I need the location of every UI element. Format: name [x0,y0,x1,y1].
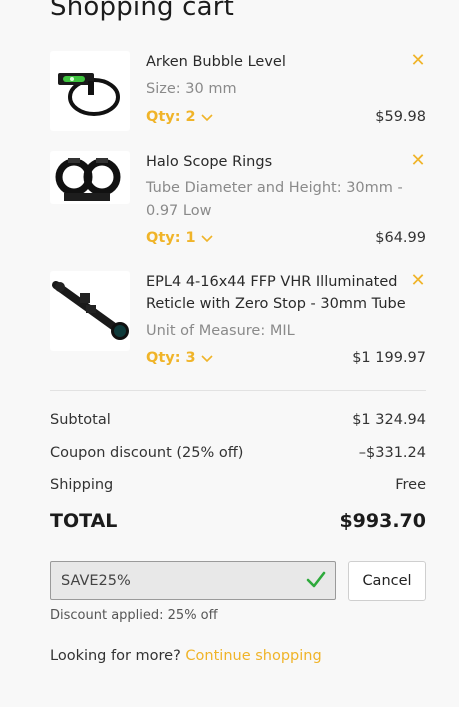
cart-item: EPL4 4-16x44 FFP VHR Illuminated Reticle… [50,271,426,371]
chevron-down-icon [201,234,213,242]
continue-shopping-prompt: Looking for more? Continue shopping [50,648,322,664]
item-attribute: Tube Diameter and Height: 30mm - 0.97 Lo… [146,180,403,219]
rifle-scope-image[interactable] [50,271,130,351]
qty-label: Qty: 1 [146,230,196,246]
cancel-coupon-button[interactable]: Cancel [348,561,426,601]
coupon-discount-row: Coupon discount (25% off) –$331.24 [50,445,426,461]
chevron-down-icon [201,354,213,362]
quantity-dropdown[interactable]: Qty: 3 [146,350,213,366]
qty-label: Qty: 3 [146,350,196,366]
item-price: $59.98 [375,109,426,125]
page-title: Shopping cart [50,0,235,22]
close-icon: ✕ [410,270,426,291]
item-attribute: Size: 30 mm [146,81,237,97]
shipping-label: Shipping [50,477,114,493]
qty-label: Qty: 2 [146,109,196,125]
remove-item-button[interactable]: ✕ [410,270,426,291]
shipping-value: Free [395,477,426,493]
total-label: TOTAL [50,510,118,532]
shipping-row: Shipping Free [50,477,426,493]
item-attribute: Unit of Measure: MIL [146,323,295,339]
coupon-input[interactable] [61,562,291,599]
coupon-field [50,561,336,600]
subtotal-row: Subtotal $1 324.94 [50,412,426,428]
item-name[interactable]: EPL4 4-16x44 FFP VHR Illuminated Reticle… [146,271,408,315]
looking-for-more-text: Looking for more? [50,648,186,664]
continue-shopping-link[interactable]: Continue shopping [185,648,321,664]
quantity-dropdown[interactable]: Qty: 1 [146,230,213,246]
coupon-discount-label: Coupon discount (25% off) [50,445,244,461]
coupon-discount-value: –$331.24 [358,445,426,461]
remove-item-button[interactable]: ✕ [410,50,426,71]
subtotal-label: Subtotal [50,412,111,428]
quantity-dropdown[interactable]: Qty: 2 [146,109,213,125]
item-price: $1 199.97 [352,350,426,366]
bubble-level-image[interactable] [50,51,130,131]
item-name[interactable]: Halo Scope Rings [146,151,408,173]
close-icon: ✕ [410,150,426,171]
total-value: $993.70 [339,510,426,532]
remove-item-button[interactable]: ✕ [410,150,426,171]
discount-applied-message: Discount applied: 25% off [50,608,218,623]
item-name[interactable]: Arken Bubble Level [146,51,408,73]
scope-rings-image[interactable] [50,151,130,204]
cart-item: Arken Bubble Level Size: 30 mm ✕ Qty: 2 … [50,51,426,131]
cart-item: Halo Scope Rings Tube Diameter and Heigh… [50,151,426,251]
chevron-down-icon [201,113,213,121]
divider [50,390,426,391]
item-price: $64.99 [375,230,426,246]
close-icon: ✕ [410,50,426,71]
subtotal-value: $1 324.94 [352,412,426,428]
check-icon [306,571,326,588]
total-row: TOTAL $993.70 [50,510,426,532]
